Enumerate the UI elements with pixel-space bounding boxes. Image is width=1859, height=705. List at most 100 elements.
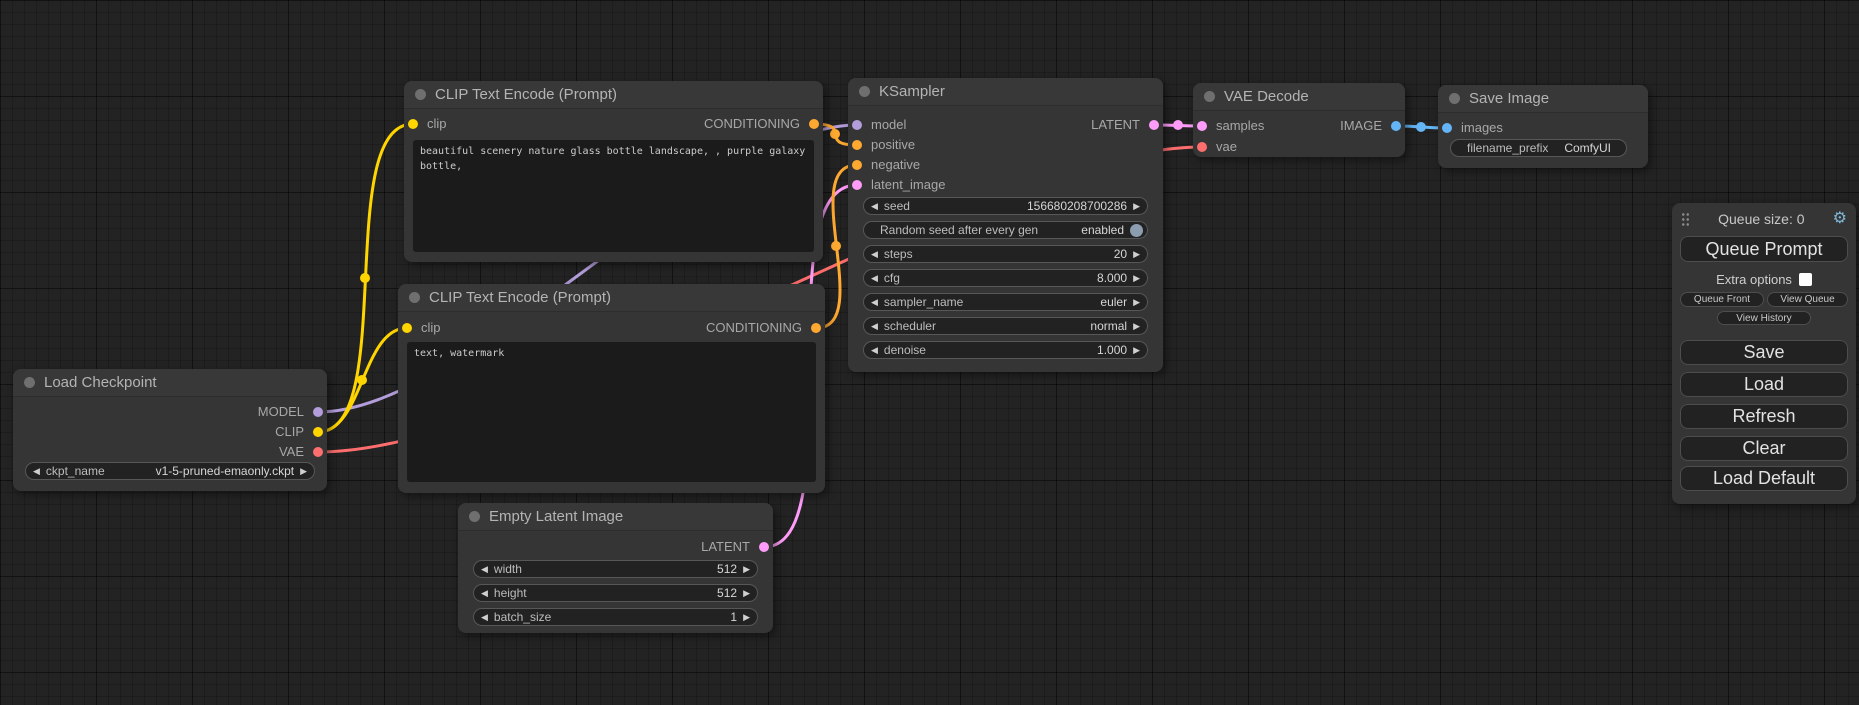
link-dot-cond2[interactable]	[831, 241, 841, 251]
widget-denoise[interactable]: ◀ denoise 1.000 ▶	[863, 341, 1148, 359]
node-ksampler[interactable]: KSampler model LATENT positive negative …	[848, 78, 1163, 372]
load-button[interactable]: Load	[1680, 372, 1848, 397]
node-titlebar[interactable]: Empty Latent Image	[458, 503, 773, 531]
stepper-left-icon[interactable]: ◀	[871, 341, 878, 359]
collapse-dot-icon[interactable]	[469, 511, 480, 522]
widget-width[interactable]: ◀ width 512 ▶	[473, 560, 758, 578]
slot-row: samples IMAGE	[1193, 116, 1405, 136]
node-titlebar[interactable]: KSampler	[848, 78, 1163, 106]
port-positive-input[interactable]	[852, 140, 862, 150]
port-conditioning-output[interactable]	[809, 119, 819, 129]
queue-menu-panel: Queue size: 0 ⚙ Queue Prompt Extra optio…	[1672, 203, 1856, 504]
port-model-output[interactable]	[313, 407, 323, 417]
stepper-left-icon[interactable]: ◀	[871, 293, 878, 311]
port-negative-input[interactable]	[852, 160, 862, 170]
node-titlebar[interactable]: Save Image	[1438, 85, 1648, 113]
input-label: images	[1461, 120, 1503, 135]
widget-seed[interactable]: ◀ seed 156680208700286 ▶	[863, 197, 1148, 215]
widget-ckpt-name[interactable]: ◀ ckpt_name v1-5-pruned-emaonly.ckpt ▶	[25, 462, 315, 480]
node-vae-decode[interactable]: VAE Decode samples IMAGE vae	[1193, 83, 1405, 157]
stepper-left-icon[interactable]: ◀	[871, 269, 878, 287]
widget-filename-prefix[interactable]: filename_prefix ComfyUI	[1450, 139, 1627, 157]
widget-label: denoise	[884, 343, 926, 357]
port-latent-output[interactable]	[759, 542, 769, 552]
gear-icon[interactable]: ⚙	[1833, 211, 1847, 227]
widget-batch-size[interactable]: ◀ batch_size 1 ▶	[473, 608, 758, 626]
port-clip-output[interactable]	[313, 427, 323, 437]
widget-scheduler[interactable]: ◀ scheduler normal ▶	[863, 317, 1148, 335]
collapse-dot-icon[interactable]	[859, 86, 870, 97]
node-titlebar[interactable]: Load Checkpoint	[13, 369, 327, 397]
stepper-right-icon[interactable]: ▶	[743, 608, 750, 626]
port-vae-output[interactable]	[313, 447, 323, 457]
stepper-right-icon[interactable]: ▶	[743, 560, 750, 578]
stepper-right-icon[interactable]: ▶	[1133, 341, 1140, 359]
node-titlebar[interactable]: CLIP Text Encode (Prompt)	[398, 284, 825, 312]
node-clip-text-encode-negative[interactable]: CLIP Text Encode (Prompt) clip CONDITION…	[398, 284, 825, 493]
node-empty-latent-image[interactable]: Empty Latent Image LATENT ◀ width 512 ▶ …	[458, 503, 773, 633]
widget-label: ckpt_name	[46, 464, 105, 478]
link-dot-clip2[interactable]	[357, 375, 367, 385]
node-save-image[interactable]: Save Image images filename_prefix ComfyU…	[1438, 85, 1648, 168]
widget-label: batch_size	[494, 610, 551, 624]
stepper-right-icon[interactable]: ▶	[300, 462, 307, 480]
drag-handle-icon[interactable]	[1681, 212, 1690, 226]
widget-random-seed[interactable]: Random seed after every gen enabled	[863, 221, 1148, 239]
port-image-output[interactable]	[1391, 121, 1401, 131]
widget-steps[interactable]: ◀ steps 20 ▶	[863, 245, 1148, 263]
stepper-left-icon[interactable]: ◀	[871, 245, 878, 263]
extra-options-checkbox[interactable]	[1799, 273, 1812, 286]
link-dot-image[interactable]	[1416, 122, 1426, 132]
stepper-left-icon[interactable]: ◀	[33, 462, 40, 480]
stepper-right-icon[interactable]: ▶	[1133, 269, 1140, 287]
port-clip-input[interactable]	[402, 323, 412, 333]
stepper-right-icon[interactable]: ▶	[1133, 293, 1140, 311]
load-default-button[interactable]: Load Default	[1680, 466, 1848, 491]
link-dot-clip1[interactable]	[360, 273, 370, 283]
input-label: positive	[871, 137, 915, 152]
collapse-dot-icon[interactable]	[415, 89, 426, 100]
stepper-right-icon[interactable]: ▶	[743, 584, 750, 602]
node-clip-text-encode-positive[interactable]: CLIP Text Encode (Prompt) clip CONDITION…	[404, 81, 823, 262]
link-dot-latent[interactable]	[1173, 120, 1183, 130]
stepper-right-icon[interactable]: ▶	[1133, 317, 1140, 335]
link-dot-cond1[interactable]	[830, 129, 840, 139]
input-label: vae	[1216, 139, 1237, 154]
clear-button[interactable]: Clear	[1680, 436, 1848, 461]
port-latent-output[interactable]	[1149, 120, 1159, 130]
collapse-dot-icon[interactable]	[1204, 91, 1215, 102]
stepper-right-icon[interactable]: ▶	[1133, 245, 1140, 263]
node-load-checkpoint[interactable]: Load Checkpoint MODEL CLIP VAE ◀ ckpt_na…	[13, 369, 327, 491]
collapse-dot-icon[interactable]	[1449, 93, 1460, 104]
prompt-textarea[interactable]: beautiful scenery nature glass bottle la…	[413, 140, 814, 252]
node-titlebar[interactable]: CLIP Text Encode (Prompt)	[404, 81, 823, 109]
toggle-icon[interactable]	[1130, 224, 1143, 237]
port-conditioning-output[interactable]	[811, 323, 821, 333]
view-queue-button[interactable]: View Queue	[1767, 292, 1848, 307]
queue-prompt-button[interactable]: Queue Prompt	[1680, 236, 1848, 262]
stepper-left-icon[interactable]: ◀	[481, 584, 488, 602]
stepper-left-icon[interactable]: ◀	[481, 608, 488, 626]
port-clip-input[interactable]	[408, 119, 418, 129]
node-canvas[interactable]: Load Checkpoint MODEL CLIP VAE ◀ ckpt_na…	[0, 0, 1859, 705]
port-samples-input[interactable]	[1197, 121, 1207, 131]
view-history-button[interactable]: View History	[1717, 311, 1811, 325]
port-latent-image-input[interactable]	[852, 180, 862, 190]
widget-cfg[interactable]: ◀ cfg 8.000 ▶	[863, 269, 1148, 287]
stepper-right-icon[interactable]: ▶	[1133, 197, 1140, 215]
widget-height[interactable]: ◀ height 512 ▶	[473, 584, 758, 602]
port-images-input[interactable]	[1442, 123, 1452, 133]
refresh-button[interactable]: Refresh	[1680, 404, 1848, 429]
prompt-textarea[interactable]: text, watermark	[407, 342, 816, 482]
widget-value: 8.000	[906, 271, 1127, 285]
collapse-dot-icon[interactable]	[409, 292, 420, 303]
collapse-dot-icon[interactable]	[24, 377, 35, 388]
save-button[interactable]: Save	[1680, 340, 1848, 365]
port-vae-input[interactable]	[1197, 142, 1207, 152]
stepper-left-icon[interactable]: ◀	[871, 197, 878, 215]
node-titlebar[interactable]: VAE Decode	[1193, 83, 1405, 111]
widget-sampler-name[interactable]: ◀ sampler_name euler ▶	[863, 293, 1148, 311]
queue-front-button[interactable]: Queue Front	[1680, 292, 1764, 307]
stepper-left-icon[interactable]: ◀	[481, 560, 488, 578]
stepper-left-icon[interactable]: ◀	[871, 317, 878, 335]
